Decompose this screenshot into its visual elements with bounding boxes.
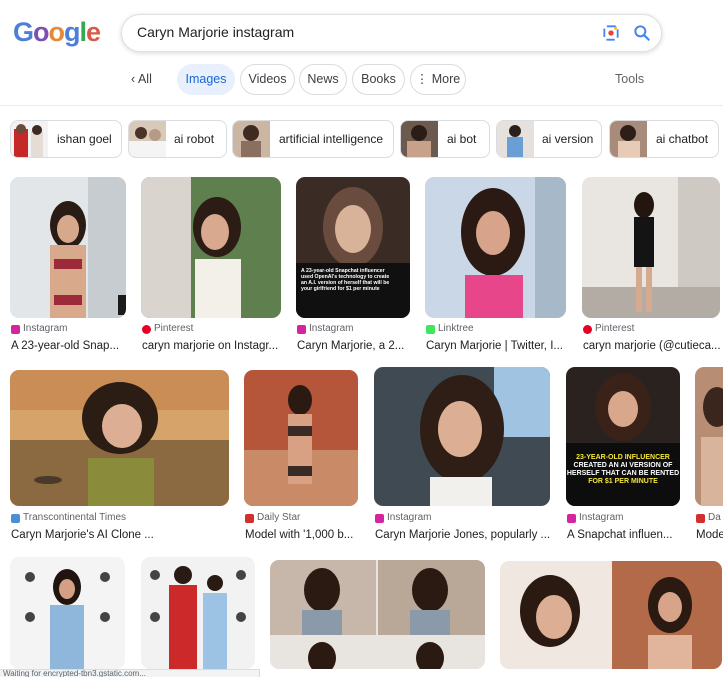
related-chip[interactable]: ai chatbot (609, 120, 719, 158)
image-result[interactable] (141, 557, 255, 669)
search-icon[interactable] (632, 23, 652, 43)
image-overlay-text: 23-YEAR-OLD INFLUENCER CREATED AN AI VER… (566, 454, 680, 486)
result-image[interactable] (141, 177, 281, 318)
instagram-icon (567, 513, 576, 523)
result-caption[interactable]: A Snapchat influen... (567, 528, 681, 542)
tools-button[interactable]: Tools (615, 64, 644, 95)
chip-thumbnail (401, 121, 438, 157)
result-caption[interactable]: A 23-year-old Snap... (11, 339, 127, 353)
result-caption[interactable]: caryn marjorie (@cutieca... (583, 339, 721, 353)
image-result[interactable]: Instagram A 23-year-old Snap... (10, 177, 126, 353)
search-tabs: ‹ All Images Videos News Books ⋮ More To… (0, 61, 723, 97)
image-result[interactable]: Transcontinental Times Caryn Marjorie's … (10, 370, 229, 542)
pinterest-icon (583, 324, 592, 334)
search-input[interactable] (137, 24, 577, 40)
result-caption[interactable]: Caryn Marjorie | Twitter, I... (426, 339, 567, 353)
result-image[interactable] (141, 557, 255, 669)
chip-thumbnail (497, 121, 534, 157)
image-result[interactable]: Instagram Caryn Marjorie Jones, popularl… (374, 367, 550, 542)
search-box (121, 14, 662, 52)
related-chip[interactable]: ai version (496, 120, 602, 158)
chevron-left-icon: ‹ (131, 72, 138, 86)
pinterest-icon (142, 324, 151, 334)
daily-star-icon (245, 513, 254, 523)
result-source[interactable]: Instagram (11, 323, 67, 335)
result-source[interactable]: Transcontinental Times (11, 512, 126, 524)
instagram-icon (375, 513, 384, 523)
result-image[interactable] (10, 177, 126, 318)
tab-news[interactable]: News (299, 64, 347, 95)
image-result[interactable]: Pinterest caryn marjorie on Instagr... (141, 177, 281, 353)
tab-videos[interactable]: Videos (240, 64, 295, 95)
result-image[interactable]: 23-YEAR-OLD INFLUENCER CREATED AN AI VER… (566, 367, 680, 506)
tab-more[interactable]: ⋮ More (410, 64, 466, 95)
result-source[interactable]: Pinterest (142, 323, 193, 335)
image-result[interactable]: A 23-year-old Snapchat influencer used O… (296, 177, 410, 353)
image-result[interactable]: Daily Star Model with '1,000 b... (244, 370, 358, 542)
google-logo[interactable]: Google (13, 16, 101, 48)
chip-thumbnail (11, 121, 48, 157)
image-overlay-text: A 23-year-old Snapchat influencer used O… (301, 268, 390, 292)
image-result[interactable] (500, 561, 722, 669)
instagram-icon (11, 324, 20, 334)
result-image[interactable] (244, 370, 358, 506)
result-source[interactable]: Instagram (297, 323, 353, 335)
result-caption[interactable]: Mode (696, 528, 723, 542)
result-source[interactable]: Daily Star (245, 512, 300, 524)
result-caption[interactable]: Caryn Marjorie's AI Clone ... (11, 528, 230, 542)
tab-images[interactable]: Images (177, 64, 235, 95)
related-chip[interactable]: ai bot (400, 120, 490, 158)
site-favicon (11, 513, 20, 523)
result-image[interactable] (374, 367, 550, 506)
result-image[interactable] (500, 561, 722, 669)
tab-books[interactable]: Books (352, 64, 405, 95)
chip-thumbnail (610, 121, 647, 157)
result-image[interactable] (10, 370, 229, 506)
result-image[interactable] (582, 177, 720, 318)
result-image[interactable] (425, 177, 566, 318)
result-source[interactable]: Linktree (426, 323, 474, 335)
image-result[interactable] (10, 557, 125, 669)
image-result[interactable]: Da Mode (695, 367, 723, 542)
image-result[interactable]: Linktree Caryn Marjorie | Twitter, I... (425, 177, 566, 353)
result-image[interactable]: A 23-year-old Snapchat influencer used O… (296, 177, 410, 318)
result-source[interactable]: Instagram (375, 512, 431, 524)
result-caption[interactable]: Caryn Marjorie, a 2... (297, 339, 411, 353)
result-source[interactable]: Da (696, 512, 721, 524)
image-result[interactable]: 23-YEAR-OLD INFLUENCER CREATED AN AI VER… (566, 367, 680, 542)
linktree-icon (426, 324, 435, 334)
related-chip[interactable]: ai robot (128, 120, 227, 158)
result-image[interactable] (695, 367, 723, 506)
chip-thumbnail (233, 121, 270, 157)
image-result[interactable] (270, 560, 485, 669)
result-source[interactable]: Pinterest (583, 323, 634, 335)
result-caption[interactable]: Model with '1,000 b... (245, 528, 359, 542)
daily-star-icon (696, 513, 705, 523)
browser-status-bar: Waiting for encrypted-tbn3.gstatic.com..… (0, 669, 260, 677)
chip-thumbnail (129, 121, 166, 157)
result-source[interactable]: Instagram (567, 512, 623, 524)
related-chip[interactable]: ishan goel (10, 120, 122, 158)
image-result[interactable]: Pinterest caryn marjorie (@cutieca... (582, 177, 721, 353)
instagram-icon (297, 324, 306, 334)
result-image[interactable] (10, 557, 125, 669)
related-chip[interactable]: artificial intelligence (232, 120, 394, 158)
result-image[interactable] (270, 560, 485, 669)
result-caption[interactable]: caryn marjorie on Instagr... (142, 339, 282, 353)
tab-all[interactable]: ‹ All (131, 64, 152, 95)
result-caption[interactable]: Caryn Marjorie Jones, popularly ... (375, 528, 551, 542)
divider (0, 105, 723, 106)
more-vert-icon: ⋮ (415, 72, 432, 86)
lens-icon[interactable] (601, 23, 621, 43)
